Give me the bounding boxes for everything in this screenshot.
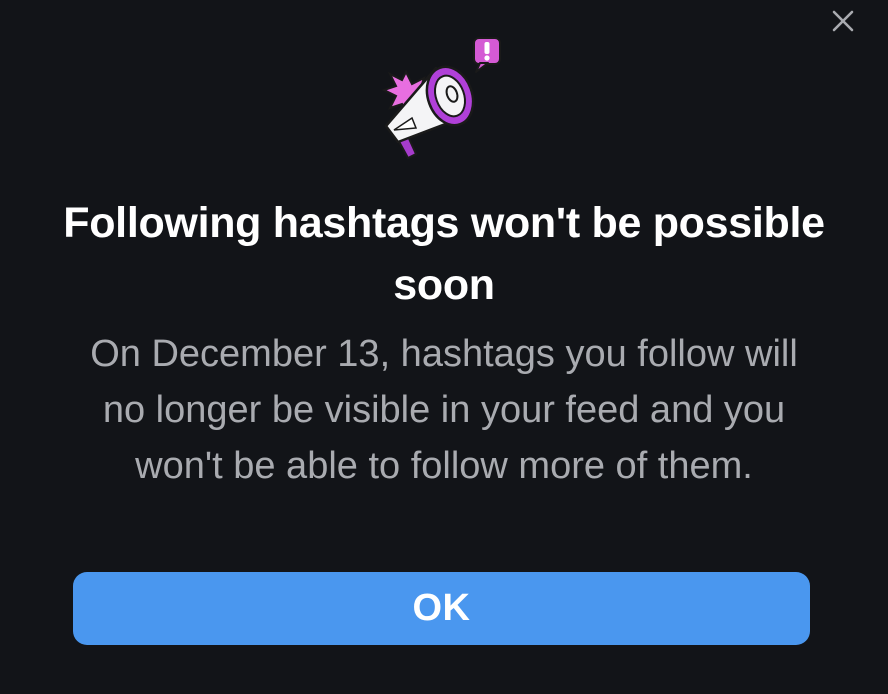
close-icon [832, 10, 854, 32]
dialog-body: On December 13, hashtags you follow will… [90, 333, 798, 487]
dialog-title: Following hashtags won't be possible soo… [63, 199, 825, 309]
megaphone-alert-icon [381, 37, 501, 160]
ok-button-label: OK [412, 587, 471, 629]
close-button[interactable] [820, 0, 866, 42]
ok-button[interactable]: OK [73, 572, 810, 645]
hashtag-notice-dialog: Following hashtags won't be possible soo… [0, 0, 888, 694]
